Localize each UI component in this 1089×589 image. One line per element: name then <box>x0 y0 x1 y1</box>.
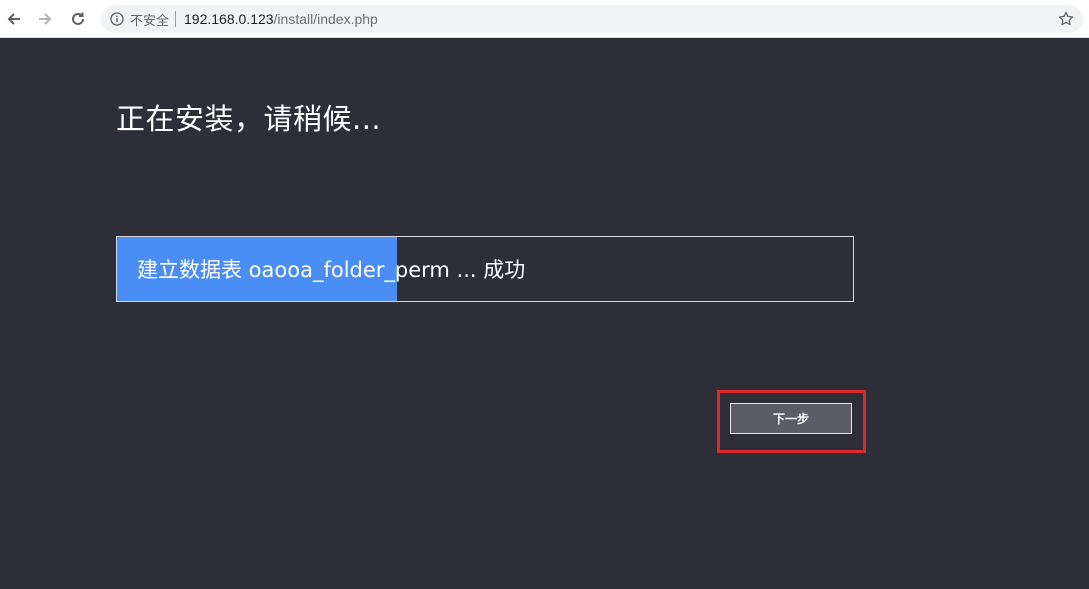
back-icon[interactable] <box>2 7 26 31</box>
forward-icon[interactable] <box>33 7 57 31</box>
url-path: /install/index.php <box>273 11 378 27</box>
next-step-button[interactable]: 下一步 <box>730 403 852 434</box>
address-bar[interactable]: 不安全 192.168.0.123/install/index.php <box>101 5 1083 33</box>
progress-bar: 建立数据表 oaooa_folder_perm ... 成功 <box>116 236 854 302</box>
bookmark-star-icon[interactable] <box>1057 10 1075 28</box>
reload-icon[interactable] <box>66 7 90 31</box>
divider <box>175 11 177 27</box>
install-page: 正在安装，请稍候... 建立数据表 oaooa_folder_perm ... … <box>0 38 1089 589</box>
url-text[interactable]: 192.168.0.123/install/index.php <box>184 11 378 27</box>
security-label[interactable]: 不安全 <box>130 10 169 29</box>
browser-toolbar: 不安全 192.168.0.123/install/index.php <box>0 0 1089 38</box>
url-host: 192.168.0.123 <box>184 11 274 27</box>
info-icon[interactable] <box>110 12 124 26</box>
page-title: 正在安装，请稍候... <box>116 102 382 136</box>
progress-status-text: 建立数据表 oaooa_folder_perm ... 成功 <box>137 258 526 282</box>
